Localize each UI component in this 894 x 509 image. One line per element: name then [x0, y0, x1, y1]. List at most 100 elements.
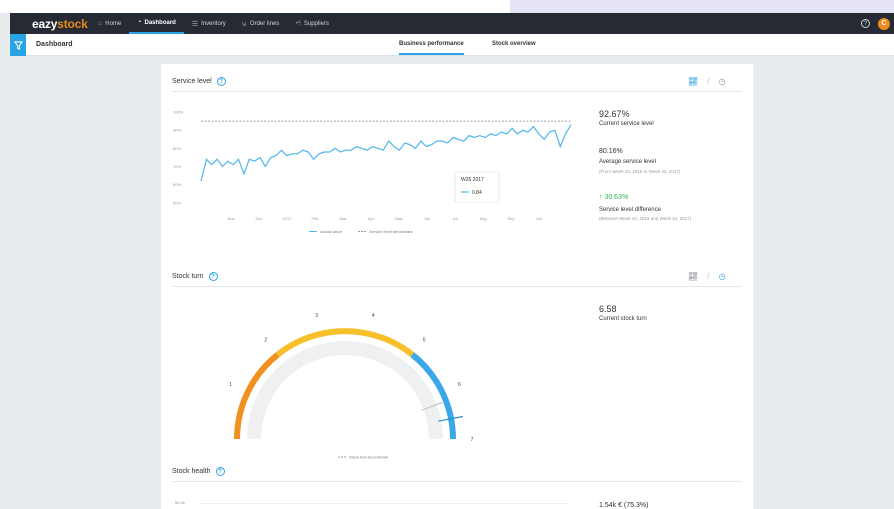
gauge-view-icon[interactable]: ◷ — [719, 272, 726, 281]
actual-value-line — [200, 124, 572, 182]
stock-turn-view-switch: 📈︎ / ◷ — [688, 271, 726, 281]
current-service-level-label: Current service level — [599, 121, 654, 127]
navbar-right: ? C — [861, 13, 894, 34]
page-title: Dashboard — [36, 41, 73, 48]
line-chart-view-icon[interactable]: 📈︎ — [688, 77, 698, 86]
tab-business-performance[interactable]: Business performance — [399, 41, 464, 55]
dashboard-subheader: Dashboard Business performance Stock ove… — [10, 34, 894, 56]
x-tick-label: Mar — [340, 216, 348, 221]
window-left-strip — [0, 13, 10, 509]
stock-health-y-tick: $2.5k — [175, 500, 185, 505]
user-avatar[interactable]: C — [878, 17, 890, 30]
gauge-tick-label: 4 — [372, 313, 375, 319]
average-service-level-range: (From Week 42, 2016 to Week 42, 2017) — [599, 169, 681, 174]
gauge-tick-label: 5 — [423, 338, 426, 344]
gauge-view-icon[interactable]: ◷ — [719, 77, 726, 86]
tooltip-value: 0.84 — [472, 190, 482, 196]
service-level-view-switch: 📈︎ / ◷ — [688, 76, 726, 86]
x-tick-label: Jun — [424, 216, 430, 221]
nav-home[interactable]: ⌂ Home — [90, 13, 129, 34]
service-level-divider — [172, 91, 742, 92]
dashboard-card: Service level? 📈︎ / ◷ 100% 90% 80% 70% 60% 50… — [161, 64, 753, 509]
inventory-icon: ☰ — [191, 20, 199, 28]
current-stock-turn-value: 6.58 — [599, 304, 617, 314]
current-stock-turn-label: Current stock turn — [599, 316, 647, 322]
gauge-tick-label: 2 — [264, 338, 267, 344]
service-level-title: Service level? — [172, 77, 226, 86]
service-level-difference-range: (Between Week 42, 2016 and Week 42, 2017… — [599, 216, 692, 221]
home-icon: ⌂ — [98, 20, 103, 27]
x-tick-label: Sep — [507, 216, 515, 221]
nav-suppliers-label: Suppliers — [303, 20, 329, 27]
gauge-legend-label: Stock turn benchmark — [349, 455, 388, 460]
tooltip-title: W26 2017 — [461, 177, 484, 183]
x-tick-label: Feb — [312, 216, 320, 221]
service-level-title-text: Service level — [172, 78, 212, 85]
current-service-level-value: 92.67% — [599, 109, 630, 119]
filter-button[interactable] — [10, 34, 26, 56]
stock-health-gridline — [199, 503, 569, 504]
x-tick-label: Nov — [227, 216, 234, 221]
top-navbar: eazy stock ⌂ Home ◔ Dashboard ☰ Inventory ⊍ O… — [10, 13, 894, 34]
tab-stock-overview[interactable]: Stock overview — [492, 41, 536, 47]
stock-health-title-text: Stock health — [172, 468, 211, 475]
filter-icon — [13, 40, 23, 50]
line-chart-view-icon[interactable]: 📈︎ — [688, 272, 698, 281]
gauge-tick-label: 6 — [458, 382, 461, 388]
x-tick-label: Dec — [255, 216, 262, 221]
service-level-chart: 100% 90% 80% 70% 60% 50% Nov Dec 2017 Feb Mar Apr Ma… — [173, 110, 572, 234]
gauge-inner-track — [247, 341, 443, 440]
window-tint — [510, 0, 894, 13]
y-tick-label: 70% — [173, 164, 181, 169]
x-tick-label: May — [395, 216, 403, 221]
window-top-strip — [0, 0, 894, 13]
nav-suppliers[interactable]: ⩤ Suppliers — [287, 13, 337, 34]
x-tick-label: Apr — [368, 216, 375, 221]
x-tick-label: Oct — [536, 216, 543, 221]
stock-health-first-value: 1.54k € (75.3%) — [599, 502, 649, 509]
eazystock-logo[interactable]: eazy stock — [10, 13, 90, 34]
stock-turn-gauge: 01234567Stock turn benchmark — [229, 313, 474, 460]
stock-health-title: Stock health? — [172, 467, 225, 476]
stock-health-info-icon[interactable]: ? — [215, 467, 225, 476]
y-tick-label: 80% — [173, 146, 181, 151]
gauge-tick-label: 7 — [471, 437, 474, 443]
nav-home-label: Home — [105, 20, 122, 27]
y-tick-label: 100% — [173, 110, 184, 115]
cart-icon: ⊍ — [241, 20, 247, 28]
service-level-difference-number: 30.63% — [604, 194, 629, 201]
service-level-difference-label: Service level difference — [599, 207, 661, 213]
help-icon[interactable]: ? — [861, 19, 870, 28]
nav-inventory[interactable]: ☰ Inventory — [184, 13, 234, 34]
view-separator: / — [707, 76, 710, 86]
y-tick-label: 60% — [173, 182, 181, 187]
nav-dashboard-label: Dashboard — [144, 19, 176, 26]
x-tick-label: Jul — [452, 216, 457, 221]
dashboard-icon: ◔ — [137, 19, 142, 26]
stock-turn-info-icon[interactable]: ? — [208, 272, 218, 281]
average-service-level-label: Average service level — [599, 159, 656, 165]
gauge-tick-label: 3 — [315, 313, 318, 319]
gauge-tick-label: 1 — [229, 382, 232, 388]
logo-suffix: stock — [57, 16, 88, 31]
legend-benchmark-label: Service level benchmark — [369, 229, 413, 234]
nav-inventory-label: Inventory — [201, 20, 226, 27]
x-tick-label: Aug — [479, 216, 486, 221]
stock-turn-title: Stock turn? — [172, 272, 218, 281]
nav-order-lines-label: Order lines — [249, 20, 280, 27]
nav-dashboard[interactable]: ◔ Dashboard — [129, 13, 184, 34]
average-service-level-value: 80.16% — [599, 148, 623, 155]
nav-order-lines[interactable]: ⊍ Order lines — [234, 13, 287, 34]
y-tick-label: 90% — [173, 128, 181, 133]
service-level-difference-value: ↑ 30.63% — [599, 194, 628, 201]
legend-actual-label: Actual value — [320, 229, 343, 234]
x-tick-label: 2017 — [283, 216, 293, 221]
y-tick-label: 50% — [173, 200, 181, 205]
view-separator: / — [707, 271, 710, 281]
stock-health-divider — [172, 481, 742, 482]
service-level-info-icon[interactable]: ? — [216, 77, 226, 86]
stock-turn-title-text: Stock turn — [172, 273, 204, 280]
stock-turn-divider — [172, 286, 742, 287]
suppliers-icon: ⩤ — [295, 19, 301, 27]
logo-prefix: eazy — [32, 16, 58, 31]
